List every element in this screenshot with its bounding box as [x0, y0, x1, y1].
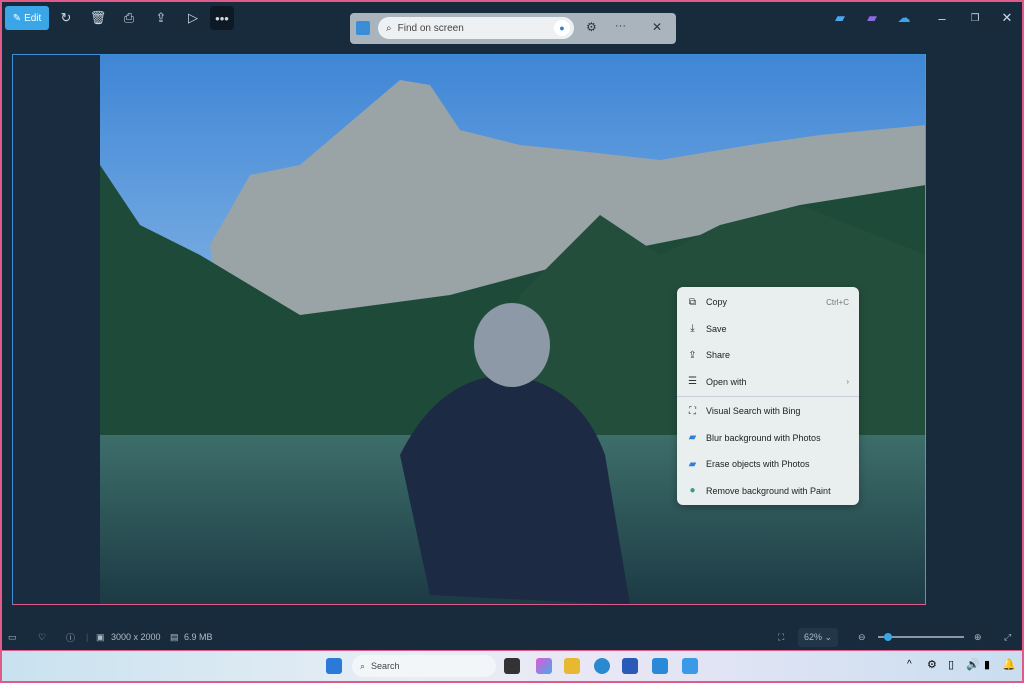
- fit-to-window-icon[interactable]: ⛶: [778, 632, 784, 643]
- menu-item-save[interactable]: ⤓ Save: [677, 316, 859, 343]
- find-on-screen-bar: ⌕ Find on screen ● ⚙ ··· ✕: [350, 13, 676, 44]
- close-find-icon[interactable]: ✕: [652, 20, 662, 34]
- app-icon[interactable]: [652, 658, 668, 674]
- more-options-icon[interactable]: ···: [615, 20, 626, 32]
- chevron-up-icon[interactable]: ^: [907, 659, 912, 670]
- share-icon[interactable]: ⇪: [149, 6, 173, 30]
- copy-icon: ⧉: [688, 296, 697, 308]
- status-bar: ▭ ♡ ⓘ | ▣ 3000 x 2000 ▤ 6.9 MB ⛶ 62% ⌄ ⊖…: [2, 625, 1022, 649]
- favorite-icon[interactable]: ♡: [38, 632, 46, 643]
- settings-icon[interactable]: ⚙: [586, 20, 597, 34]
- image-dimensions: 3000 x 2000: [111, 632, 161, 642]
- close-window-icon[interactable]: ✕: [995, 6, 1019, 30]
- open-with-icon: ☰: [688, 376, 697, 388]
- restore-icon[interactable]: ❐: [963, 6, 987, 30]
- menu-divider: [677, 396, 859, 397]
- microphone-icon[interactable]: ●: [554, 20, 570, 36]
- zoom-in-icon[interactable]: ⊕: [974, 632, 982, 643]
- photos-taskbar-icon[interactable]: [682, 658, 698, 674]
- delete-icon[interactable]: 🗑: [86, 6, 110, 30]
- context-menu: ⧉ Copy Ctrl+C ⤓ Save ⇪ Share ☰ Open with › ⛶ Vi…: [677, 287, 859, 505]
- slideshow-icon[interactable]: ▷: [181, 6, 205, 30]
- edit-button[interactable]: ✎ Edit: [5, 6, 49, 30]
- task-view-icon[interactable]: [504, 658, 520, 674]
- menu-item-visual-search[interactable]: ⛶ Visual Search with Bing: [677, 398, 859, 425]
- photos-icon: ▰: [688, 458, 697, 470]
- zoom-slider[interactable]: [878, 633, 964, 641]
- find-input[interactable]: ⌕ Find on screen ●: [378, 17, 574, 39]
- filmstrip-icon[interactable]: ▭: [8, 632, 17, 643]
- print-icon[interactable]: ⎙: [117, 6, 141, 30]
- taskbar-search[interactable]: ⌕ Search: [352, 655, 496, 677]
- visual-search-icon: ⛶: [689, 405, 696, 417]
- file-size-icon: ▤: [170, 631, 179, 642]
- paint-icon: ●: [689, 485, 696, 497]
- taskbar: ⌕ Search ^ ⚙ ▯ 🔊 ▮ 🔔: [2, 651, 1022, 681]
- menu-item-erase-objects[interactable]: ▰ Erase objects with Photos: [677, 451, 859, 478]
- dimensions-icon: ▣: [96, 631, 105, 642]
- zoom-slider-thumb[interactable]: [884, 633, 892, 641]
- start-icon[interactable]: [326, 658, 342, 674]
- edge-icon[interactable]: [594, 658, 610, 674]
- file-explorer-icon[interactable]: [564, 658, 580, 674]
- file-size: 6.9 MB: [184, 632, 213, 642]
- share-icon: ⇪: [688, 349, 697, 361]
- zoom-out-icon[interactable]: ⊖: [858, 632, 866, 643]
- menu-item-share[interactable]: ⇪ Share: [677, 342, 859, 369]
- more-icon[interactable]: •••: [210, 6, 234, 30]
- photos-window: ✎ Edit ↻ 🗑 ⎙ ⇪ ▷ ••• ▰ ▰ ☁ – ❐ ✕ ⌕ Find on…: [2, 2, 1022, 650]
- visual-search-icon[interactable]: [356, 21, 370, 35]
- search-icon: ⌕: [386, 22, 392, 34]
- photos-icon: ▰: [688, 432, 697, 444]
- edit-icon: ✎: [12, 12, 22, 24]
- notification-icon[interactable]: 🔔: [1002, 658, 1016, 671]
- chevron-right-icon: ›: [846, 377, 849, 387]
- menu-item-open-with[interactable]: ☰ Open with ›: [677, 369, 859, 396]
- fullscreen-icon[interactable]: ⤢: [1004, 632, 1011, 643]
- info-icon[interactable]: ⓘ: [66, 631, 75, 644]
- store-icon[interactable]: [622, 658, 638, 674]
- zoom-dropdown[interactable]: 62% ⌄: [798, 627, 839, 647]
- search-icon: ⌕: [360, 660, 366, 671]
- menu-item-copy[interactable]: ⧉ Copy Ctrl+C: [677, 289, 859, 316]
- menu-item-blur-background[interactable]: ▰ Blur background with Photos: [677, 425, 859, 452]
- download-icon: ⤓: [690, 323, 695, 335]
- battery-icon[interactable]: ▮: [984, 658, 990, 671]
- minimize-icon[interactable]: –: [930, 6, 954, 30]
- network-icon[interactable]: ▯: [948, 658, 954, 671]
- rotate-icon[interactable]: ↻: [54, 6, 78, 30]
- clipchamp-icon[interactable]: ▰: [860, 6, 884, 30]
- copilot-icon[interactable]: [536, 658, 552, 674]
- onedrive-icon[interactable]: ☁: [892, 6, 916, 30]
- photos-app-icon[interactable]: ▰: [828, 6, 852, 30]
- volume-icon[interactable]: 🔊: [966, 658, 980, 671]
- tray-icon[interactable]: ⚙: [927, 658, 937, 671]
- menu-item-remove-background[interactable]: ● Remove background with Paint: [677, 478, 859, 505]
